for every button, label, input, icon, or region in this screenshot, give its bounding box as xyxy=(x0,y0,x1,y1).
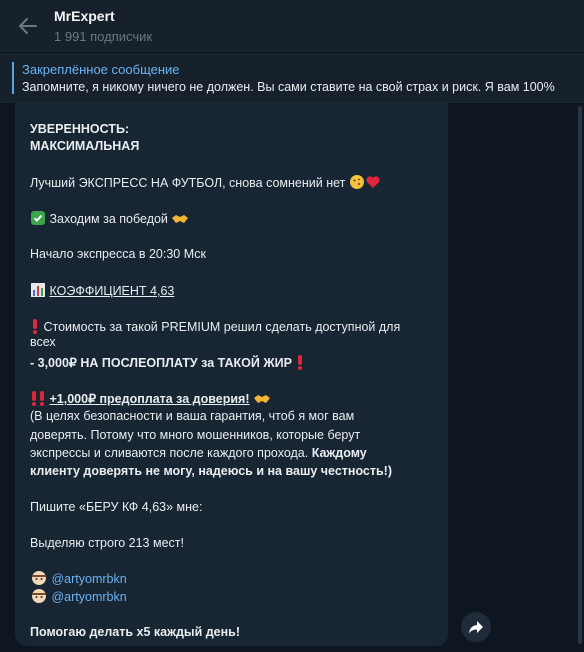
pinned-message-bar[interactable]: Закреплённое сообщение Запомните, я нико… xyxy=(0,52,584,104)
red-heart-icon xyxy=(365,174,381,194)
contact-line-2: @artyomrbkn xyxy=(30,588,127,608)
contact-line-1: @artyomrbkn xyxy=(30,570,127,590)
confidence-value: МАКСИМАЛЬНАЯ xyxy=(30,139,140,153)
scrollbar[interactable] xyxy=(578,106,582,644)
coefficient-line: КОЭФФИЦИЕНТ 4,63 xyxy=(30,282,174,302)
kiss-emoji-icon xyxy=(349,174,365,194)
double-exclamation-icon xyxy=(30,390,46,410)
explain-line-1: (В целях безопасности и ваша гарантия, ч… xyxy=(30,409,355,423)
best-express-line: Лучший ЭКСПРЕСС НА ФУТБОЛ, снова сомнени… xyxy=(30,174,381,194)
handshake-icon xyxy=(171,212,189,230)
explain-line-3: экспрессы и сливаются после каждого прох… xyxy=(30,445,367,461)
back-arrow-icon[interactable] xyxy=(14,14,42,38)
postpay-text: - 3,000₽ НА ПОСЛЕОПЛАТУ за ТАКОЙ ЖИР xyxy=(30,356,292,370)
avatar-emoji-icon xyxy=(30,570,48,590)
going-for-win-line: Заходим за победой xyxy=(30,210,189,230)
contact-link-2[interactable]: @artyomrbkn xyxy=(51,590,126,604)
closing-text: Помогаю делать x5 каждый день! xyxy=(30,625,241,639)
check-mark-icon xyxy=(30,210,46,230)
explain-bold-3: Каждому xyxy=(311,446,367,460)
share-button[interactable] xyxy=(461,612,491,642)
subscriber-count: 1 991 подписчик xyxy=(54,29,153,44)
chat-header: MrExpert 1 991 подписчик xyxy=(0,0,584,52)
cost-line-1: Стоимость за такой PREMIUM решил сделать… xyxy=(30,318,400,338)
coefficient-text: КОЭФФИЦИЕНТ 4,63 xyxy=(49,284,175,298)
share-arrow-icon xyxy=(468,619,484,640)
cost-text-2: всех xyxy=(30,335,56,349)
cost-text-1: Стоимость за такой PREMIUM решил сделать… xyxy=(43,320,401,334)
start-time: Начало экспресса в 20:30 Мск xyxy=(30,247,207,261)
going-for-win-text: Заходим за победой xyxy=(49,212,168,226)
seats-text: Выделяю строго 213 мест! xyxy=(30,536,184,550)
bar-chart-icon xyxy=(30,282,46,302)
confidence-label: УВЕРЕННОСТЬ: xyxy=(30,122,130,136)
explain-line-4: клиенту доверять не могу, надеюсь и на в… xyxy=(30,464,393,478)
prepay-line: +1,000₽ предоплата за доверия! xyxy=(30,390,271,410)
pinned-text: Запомните, я никому ничего не должен. Вы… xyxy=(22,80,555,94)
exclamation-icon xyxy=(295,354,305,374)
write-instruction: Пишите «БЕРУ КФ 4,63» мне: xyxy=(30,500,203,514)
avatar-emoji-icon xyxy=(30,588,48,608)
pinned-title: Закреплённое сообщение xyxy=(22,62,180,77)
explain-line-2: доверять. Потому что много мошенников, к… xyxy=(30,428,361,442)
pinned-indicator xyxy=(12,62,14,94)
prepay-text: +1,000₽ предоплата за доверия! xyxy=(49,392,250,406)
explain-text-3: экспрессы и сливаются после каждого прох… xyxy=(30,446,309,460)
contact-link-1[interactable]: @artyomrbkn xyxy=(51,572,126,586)
best-express-text: Лучший ЭКСПРЕСС НА ФУТБОЛ, снова сомнени… xyxy=(30,176,346,190)
postpay-line: - 3,000₽ НА ПОСЛЕОПЛАТУ за ТАКОЙ ЖИР xyxy=(30,354,305,374)
channel-title[interactable]: MrExpert xyxy=(54,8,115,24)
